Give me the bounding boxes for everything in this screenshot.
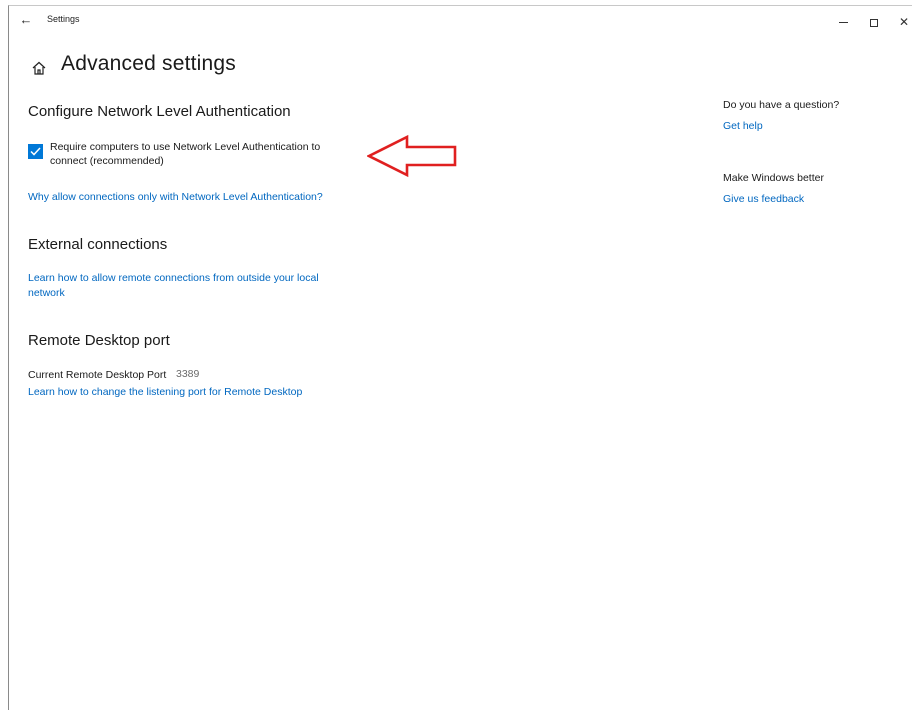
arrow-left-icon: ← — [19, 12, 33, 27]
nla-checkbox-label-line1[interactable]: Require computers to use Network Level A… — [50, 140, 320, 154]
window-title: Settings — [47, 14, 80, 24]
remote-connections-link-line1[interactable]: Learn how to allow remote connections fr… — [28, 271, 319, 286]
maximize-button[interactable] — [862, 12, 886, 32]
back-button[interactable]: ← — [15, 10, 37, 30]
close-icon: ✕ — [898, 15, 910, 29]
make-windows-better-heading: Make Windows better — [723, 172, 824, 184]
home-icon[interactable] — [31, 60, 47, 76]
get-help-link[interactable]: Get help — [723, 119, 763, 134]
minimize-button[interactable] — [831, 12, 855, 32]
remote-connections-link-line2[interactable]: network — [28, 286, 65, 301]
why-nla-link[interactable]: Why allow connections only with Network … — [28, 190, 323, 205]
close-button[interactable]: ✕ — [892, 12, 912, 32]
title-bar: ← Settings ✕ — [9, 6, 912, 36]
page-title: Advanced settings — [61, 52, 237, 75]
external-connections-heading: External connections — [28, 236, 168, 253]
nla-checkbox[interactable] — [28, 144, 43, 159]
settings-window: ← Settings ✕ Advanced settings Configure… — [8, 5, 912, 710]
nla-heading: Configure Network Level Authentication — [28, 103, 291, 120]
rdp-port-label: Current Remote Desktop Port — [28, 369, 167, 381]
rdp-port-value: 3389 — [176, 368, 200, 380]
minimize-icon — [838, 22, 848, 24]
annotation-arrow — [367, 134, 457, 178]
nla-checkbox-label-line2[interactable]: connect (recommended) — [50, 154, 164, 168]
maximize-icon — [870, 18, 878, 27]
checkmark-icon — [30, 147, 41, 156]
question-heading: Do you have a question? — [723, 99, 840, 111]
rdp-port-heading: Remote Desktop port — [28, 332, 170, 349]
change-port-link[interactable]: Learn how to change the listening port f… — [28, 385, 302, 400]
give-feedback-link[interactable]: Give us feedback — [723, 192, 804, 207]
